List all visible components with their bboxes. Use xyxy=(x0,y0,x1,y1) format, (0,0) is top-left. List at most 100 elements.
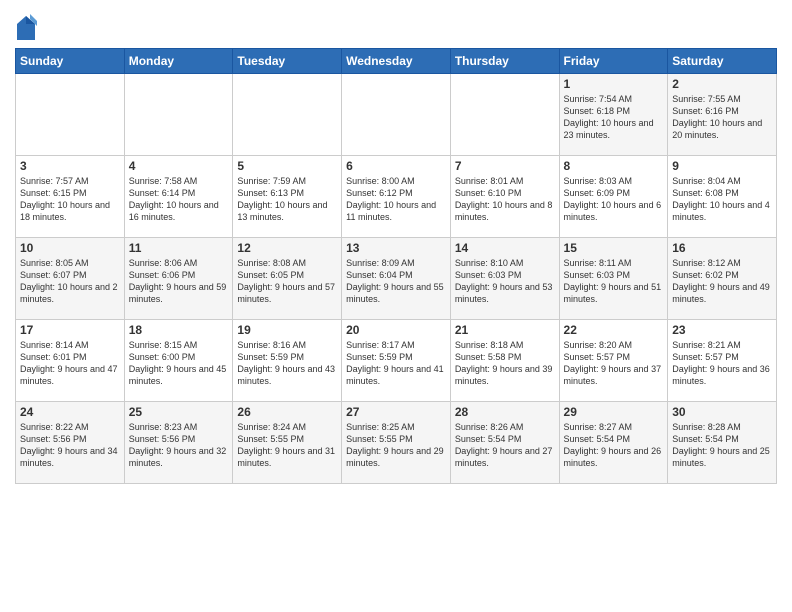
day-info: Sunrise: 8:05 AM Sunset: 6:07 PM Dayligh… xyxy=(20,257,120,306)
day-info: Sunrise: 8:00 AM Sunset: 6:12 PM Dayligh… xyxy=(346,175,446,224)
day-number: 30 xyxy=(672,405,772,419)
calendar-cell: 22 Sunrise: 8:20 AM Sunset: 5:57 PM Dayli… xyxy=(559,320,668,402)
day-info: Sunrise: 8:18 AM Sunset: 5:58 PM Dayligh… xyxy=(455,339,555,388)
calendar-header-row: SundayMondayTuesdayWednesdayThursdayFrid… xyxy=(16,49,777,74)
calendar-cell: 18 Sunrise: 8:15 AM Sunset: 6:00 PM Dayli… xyxy=(124,320,233,402)
day-number: 14 xyxy=(455,241,555,255)
logo xyxy=(15,14,41,42)
calendar-cell: 30 Sunrise: 8:28 AM Sunset: 5:54 PM Dayli… xyxy=(668,402,777,484)
calendar-cell: 15 Sunrise: 8:11 AM Sunset: 6:03 PM Dayli… xyxy=(559,238,668,320)
header xyxy=(15,10,777,42)
day-number: 16 xyxy=(672,241,772,255)
day-number: 25 xyxy=(129,405,229,419)
day-info: Sunrise: 8:27 AM Sunset: 5:54 PM Dayligh… xyxy=(564,421,664,470)
calendar-cell: 6Sunrise: 8:00 AM Sunset: 6:12 PM Daylig… xyxy=(342,156,451,238)
day-number: 10 xyxy=(20,241,120,255)
calendar-week-row: 1 Sunrise: 7:54 AM Sunset: 6:18 PM Daylig… xyxy=(16,74,777,156)
day-info: Sunrise: 7:54 AM Sunset: 6:18 PM Dayligh… xyxy=(564,93,664,142)
weekday-header: Tuesday xyxy=(233,49,342,74)
day-info: Sunrise: 8:23 AM Sunset: 5:56 PM Dayligh… xyxy=(129,421,229,470)
day-number: 20 xyxy=(346,323,446,337)
day-number: 2 xyxy=(672,77,772,91)
day-info: Sunrise: 8:15 AM Sunset: 6:00 PM Dayligh… xyxy=(129,339,229,388)
day-info: Sunrise: 8:21 AM Sunset: 5:57 PM Dayligh… xyxy=(672,339,772,388)
day-number: 26 xyxy=(237,405,337,419)
day-number: 11 xyxy=(129,241,229,255)
calendar-cell: 4 Sunrise: 7:58 AM Sunset: 6:14 PM Daylig… xyxy=(124,156,233,238)
day-info: Sunrise: 8:16 AM Sunset: 5:59 PM Dayligh… xyxy=(237,339,337,388)
calendar-week-row: 24 Sunrise: 8:22 AM Sunset: 5:56 PM Dayli… xyxy=(16,402,777,484)
day-number: 1 xyxy=(564,77,664,91)
day-info: Sunrise: 8:28 AM Sunset: 5:54 PM Dayligh… xyxy=(672,421,772,470)
calendar-cell: 10 Sunrise: 8:05 AM Sunset: 6:07 PM Dayli… xyxy=(16,238,125,320)
day-number: 17 xyxy=(20,323,120,337)
calendar-cell: 28 Sunrise: 8:26 AM Sunset: 5:54 PM Dayli… xyxy=(450,402,559,484)
day-info: Sunrise: 8:08 AM Sunset: 6:05 PM Dayligh… xyxy=(237,257,337,306)
weekday-header: Thursday xyxy=(450,49,559,74)
day-number: 7 xyxy=(455,159,555,173)
day-info: Sunrise: 8:10 AM Sunset: 6:03 PM Dayligh… xyxy=(455,257,555,306)
day-number: 13 xyxy=(346,241,446,255)
calendar-cell xyxy=(342,74,451,156)
calendar-cell: 12 Sunrise: 8:08 AM Sunset: 6:05 PM Dayli… xyxy=(233,238,342,320)
day-number: 28 xyxy=(455,405,555,419)
main-container: SundayMondayTuesdayWednesdayThursdayFrid… xyxy=(0,0,792,489)
day-number: 18 xyxy=(129,323,229,337)
day-info: Sunrise: 8:01 AM Sunset: 6:10 PM Dayligh… xyxy=(455,175,555,224)
weekday-header: Wednesday xyxy=(342,49,451,74)
calendar-cell: 21Sunrise: 8:18 AM Sunset: 5:58 PM Dayli… xyxy=(450,320,559,402)
day-number: 9 xyxy=(672,159,772,173)
calendar-cell xyxy=(124,74,233,156)
calendar-week-row: 3 Sunrise: 7:57 AM Sunset: 6:15 PM Daylig… xyxy=(16,156,777,238)
calendar-cell: 23Sunrise: 8:21 AM Sunset: 5:57 PM Dayli… xyxy=(668,320,777,402)
weekday-header: Monday xyxy=(124,49,233,74)
calendar-cell: 20 Sunrise: 8:17 AM Sunset: 5:59 PM Dayli… xyxy=(342,320,451,402)
calendar-cell xyxy=(450,74,559,156)
logo-icon xyxy=(15,14,37,42)
day-number: 15 xyxy=(564,241,664,255)
day-info: Sunrise: 8:09 AM Sunset: 6:04 PM Dayligh… xyxy=(346,257,446,306)
day-number: 12 xyxy=(237,241,337,255)
calendar-table: SundayMondayTuesdayWednesdayThursdayFrid… xyxy=(15,48,777,484)
day-info: Sunrise: 7:58 AM Sunset: 6:14 PM Dayligh… xyxy=(129,175,229,224)
calendar-cell: 3 Sunrise: 7:57 AM Sunset: 6:15 PM Daylig… xyxy=(16,156,125,238)
calendar-cell: 29 Sunrise: 8:27 AM Sunset: 5:54 PM Dayli… xyxy=(559,402,668,484)
calendar-week-row: 17 Sunrise: 8:14 AM Sunset: 6:01 PM Dayli… xyxy=(16,320,777,402)
calendar-cell: 25 Sunrise: 8:23 AM Sunset: 5:56 PM Dayli… xyxy=(124,402,233,484)
calendar-cell xyxy=(16,74,125,156)
day-info: Sunrise: 8:20 AM Sunset: 5:57 PM Dayligh… xyxy=(564,339,664,388)
day-info: Sunrise: 7:57 AM Sunset: 6:15 PM Dayligh… xyxy=(20,175,120,224)
day-info: Sunrise: 8:17 AM Sunset: 5:59 PM Dayligh… xyxy=(346,339,446,388)
day-info: Sunrise: 8:11 AM Sunset: 6:03 PM Dayligh… xyxy=(564,257,664,306)
day-info: Sunrise: 8:24 AM Sunset: 5:55 PM Dayligh… xyxy=(237,421,337,470)
day-info: Sunrise: 7:59 AM Sunset: 6:13 PM Dayligh… xyxy=(237,175,337,224)
calendar-week-row: 10 Sunrise: 8:05 AM Sunset: 6:07 PM Dayli… xyxy=(16,238,777,320)
day-info: Sunrise: 8:25 AM Sunset: 5:55 PM Dayligh… xyxy=(346,421,446,470)
calendar-cell: 2 Sunrise: 7:55 AM Sunset: 6:16 PM Daylig… xyxy=(668,74,777,156)
calendar-cell: 26 Sunrise: 8:24 AM Sunset: 5:55 PM Dayli… xyxy=(233,402,342,484)
day-number: 27 xyxy=(346,405,446,419)
day-number: 24 xyxy=(20,405,120,419)
calendar-cell: 14 Sunrise: 8:10 AM Sunset: 6:03 PM Dayli… xyxy=(450,238,559,320)
day-number: 22 xyxy=(564,323,664,337)
day-info: Sunrise: 8:14 AM Sunset: 6:01 PM Dayligh… xyxy=(20,339,120,388)
calendar-cell: 19 Sunrise: 8:16 AM Sunset: 5:59 PM Dayli… xyxy=(233,320,342,402)
day-info: Sunrise: 7:55 AM Sunset: 6:16 PM Dayligh… xyxy=(672,93,772,142)
calendar-cell: 8Sunrise: 8:03 AM Sunset: 6:09 PM Daylig… xyxy=(559,156,668,238)
calendar-cell: 27 Sunrise: 8:25 AM Sunset: 5:55 PM Dayli… xyxy=(342,402,451,484)
day-info: Sunrise: 8:22 AM Sunset: 5:56 PM Dayligh… xyxy=(20,421,120,470)
day-number: 3 xyxy=(20,159,120,173)
day-info: Sunrise: 8:03 AM Sunset: 6:09 PM Dayligh… xyxy=(564,175,664,224)
day-number: 4 xyxy=(129,159,229,173)
calendar-cell: 24 Sunrise: 8:22 AM Sunset: 5:56 PM Dayli… xyxy=(16,402,125,484)
day-number: 19 xyxy=(237,323,337,337)
calendar-cell: 1 Sunrise: 7:54 AM Sunset: 6:18 PM Daylig… xyxy=(559,74,668,156)
calendar-cell: 5 Sunrise: 7:59 AM Sunset: 6:13 PM Daylig… xyxy=(233,156,342,238)
day-number: 29 xyxy=(564,405,664,419)
calendar-cell: 17 Sunrise: 8:14 AM Sunset: 6:01 PM Dayli… xyxy=(16,320,125,402)
day-info: Sunrise: 8:12 AM Sunset: 6:02 PM Dayligh… xyxy=(672,257,772,306)
day-info: Sunrise: 8:26 AM Sunset: 5:54 PM Dayligh… xyxy=(455,421,555,470)
calendar-cell: 16 Sunrise: 8:12 AM Sunset: 6:02 PM Dayli… xyxy=(668,238,777,320)
day-number: 5 xyxy=(237,159,337,173)
weekday-header: Friday xyxy=(559,49,668,74)
